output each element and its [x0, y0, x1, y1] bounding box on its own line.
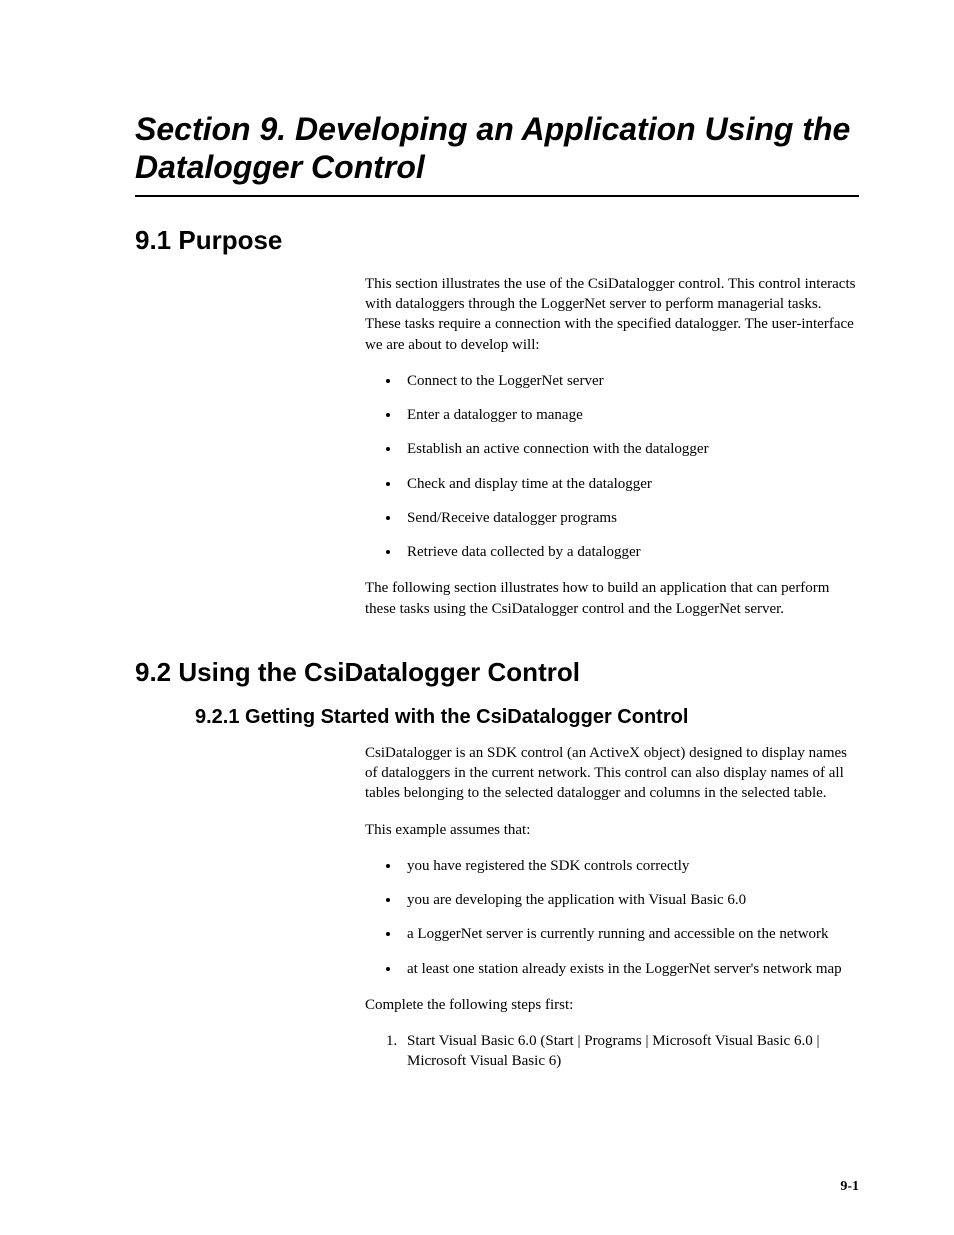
- intro-paragraph: This section illustrates the use of the …: [365, 274, 859, 355]
- list-item: Connect to the LoggerNet server: [401, 371, 859, 391]
- list-item: Establish an active connection with the …: [401, 439, 859, 459]
- heading-9-1: 9.1 Purpose: [135, 225, 859, 256]
- heading-9-2-1: 9.2.1 Getting Started with the CsiDatalo…: [195, 706, 859, 729]
- list-item: you are developing the application with …: [401, 890, 859, 910]
- section-title: Section 9. Developing an Application Usi…: [135, 110, 859, 197]
- purpose-bullet-list: Connect to the LoggerNet server Enter a …: [401, 371, 859, 563]
- getting-started-p2: This example assumes that:: [365, 820, 859, 840]
- list-item: Enter a datalogger to manage: [401, 405, 859, 425]
- list-item: a LoggerNet server is currently running …: [401, 924, 859, 944]
- page-number: 9-1: [840, 1179, 859, 1195]
- list-item: Check and display time at the datalogger: [401, 474, 859, 494]
- section-9-1-body: This section illustrates the use of the …: [365, 274, 859, 619]
- outro-paragraph: The following section illustrates how to…: [365, 578, 859, 619]
- assumptions-bullet-list: you have registered the SDK controls cor…: [401, 856, 859, 979]
- list-item: Start Visual Basic 6.0 (Start | Programs…: [401, 1031, 859, 1072]
- list-item: Retrieve data collected by a datalogger: [401, 542, 859, 562]
- list-item: at least one station already exists in t…: [401, 959, 859, 979]
- getting-started-p3: Complete the following steps first:: [365, 995, 859, 1015]
- steps-list: Start Visual Basic 6.0 (Start | Programs…: [401, 1031, 859, 1072]
- getting-started-p1: CsiDatalogger is an SDK control (an Acti…: [365, 743, 859, 804]
- heading-9-2: 9.2 Using the CsiDatalogger Control: [135, 657, 859, 688]
- section-9-2-1-body: CsiDatalogger is an SDK control (an Acti…: [365, 743, 859, 1072]
- list-item: you have registered the SDK controls cor…: [401, 856, 859, 876]
- list-item: Send/Receive datalogger programs: [401, 508, 859, 528]
